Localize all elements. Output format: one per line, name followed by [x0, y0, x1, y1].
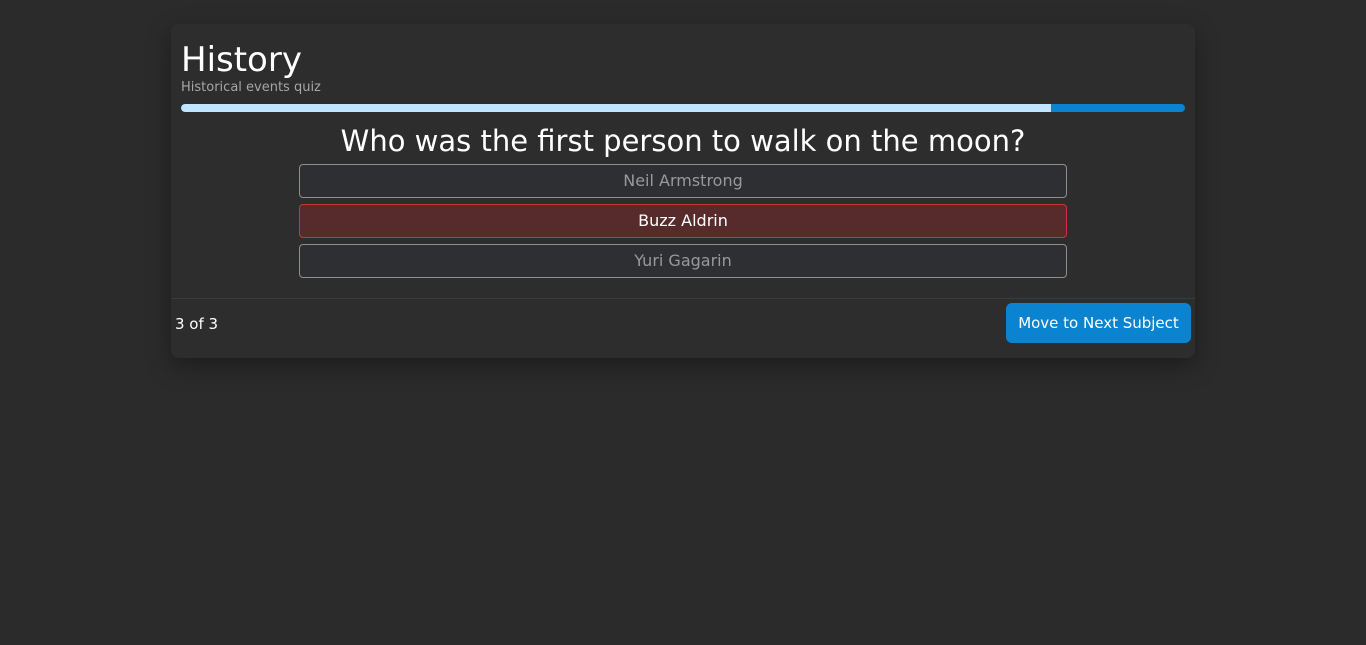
progress-bar — [181, 104, 1185, 112]
progress-bar-fill — [181, 104, 1052, 112]
quiz-title: History — [181, 40, 302, 80]
footer-divider — [171, 298, 1195, 299]
answer-option-yuri-gagarin[interactable]: Yuri Gagarin — [299, 244, 1067, 278]
quiz-card: History Historical events quiz Who was t… — [171, 24, 1195, 358]
question-counter: 3 of 3 — [175, 315, 219, 333]
question-text: Who was the first person to walk on the … — [340, 124, 1026, 158]
quiz-header: History Historical events quiz — [181, 40, 321, 96]
answer-list: Neil Armstrong Buzz Aldrin Yuri Gagarin — [299, 164, 1067, 284]
next-subject-button[interactable]: Move to Next Subject — [1006, 303, 1191, 343]
answer-option-neil-armstrong[interactable]: Neil Armstrong — [299, 164, 1067, 198]
answer-option-buzz-aldrin[interactable]: Buzz Aldrin — [299, 204, 1067, 238]
quiz-subtitle: Historical events quiz — [181, 80, 321, 95]
